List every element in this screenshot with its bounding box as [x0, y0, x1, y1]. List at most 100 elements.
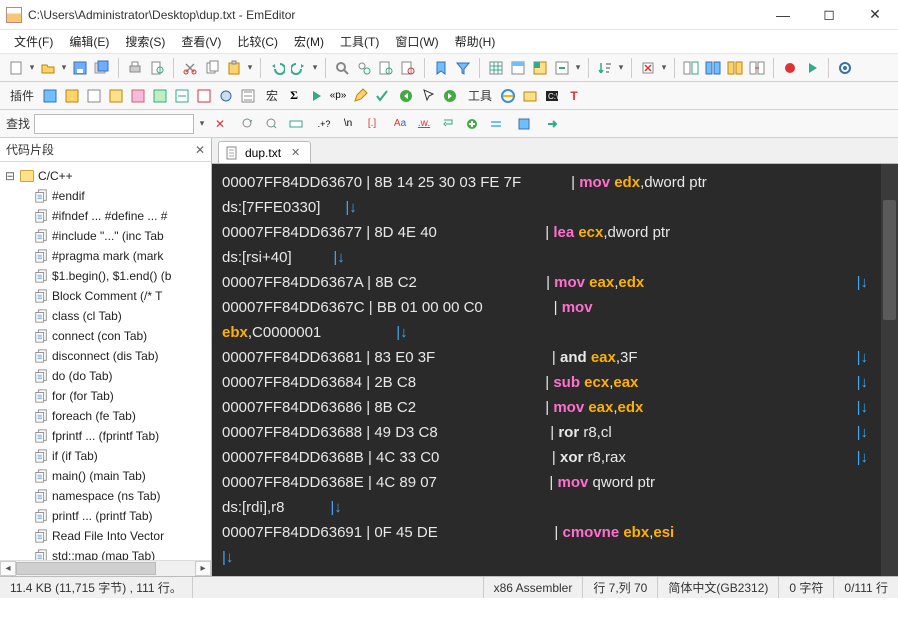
- editor-vscroll[interactable]: [881, 164, 898, 576]
- find-wrap-icon[interactable]: [438, 114, 458, 134]
- macro-check-icon[interactable]: [372, 86, 392, 106]
- cut-icon[interactable]: [180, 58, 200, 78]
- code-line[interactable]: 00007FF84DD63681 | 83 E0 3F | and eax,3F…: [222, 345, 888, 370]
- menu-tools[interactable]: 工具(T): [334, 31, 385, 52]
- maximize-button[interactable]: ◻: [806, 0, 852, 29]
- editor-vthumb[interactable]: [883, 200, 896, 320]
- scroll-left-icon[interactable]: ◂: [0, 561, 16, 576]
- sort-icon[interactable]: [595, 58, 615, 78]
- status-enc[interactable]: 简体中文(GB2312): [658, 577, 779, 598]
- snippet-item[interactable]: foreach (fe Tab): [4, 406, 211, 426]
- scroll-right-icon[interactable]: ▸: [195, 561, 211, 576]
- code-line[interactable]: 00007FF84DD63677 | 8D 4E 40 | lea ecx,dw…: [222, 220, 888, 245]
- editor-text[interactable]: 00007FF84DD63670 | 8B 14 25 30 03 FE 7F …: [212, 164, 898, 576]
- plugin6-icon[interactable]: [150, 86, 170, 106]
- code-line[interactable]: ds:[rsi+40] |↓: [222, 245, 888, 270]
- cursor-icon[interactable]: [418, 86, 438, 106]
- menu-view[interactable]: 查看(V): [175, 31, 227, 52]
- sidebar-hscroll[interactable]: ◂ ▸: [0, 560, 211, 576]
- code-line[interactable]: ds:[rdi],r8 |↓: [222, 495, 888, 520]
- back-icon[interactable]: [396, 86, 416, 106]
- macro-sum-icon[interactable]: Σ: [284, 86, 304, 106]
- snippet-item[interactable]: do (do Tab): [4, 366, 211, 386]
- sort-caret[interactable]: ▾: [617, 62, 625, 73]
- paste-icon[interactable]: [224, 58, 244, 78]
- convert-sep-icon[interactable]: [552, 58, 572, 78]
- snippets-tree[interactable]: ⊟ C/C++ #endif#ifndef ... #define ... ##…: [0, 162, 211, 560]
- code-line[interactable]: ebx,C0000001 |↓: [222, 320, 888, 345]
- compare-icon[interactable]: [681, 58, 701, 78]
- tree-collapse-icon[interactable]: ⊟: [4, 169, 16, 183]
- snippet-item[interactable]: #ifndef ... #define ... #: [4, 206, 211, 226]
- find-icon[interactable]: [332, 58, 352, 78]
- snippets-close-icon[interactable]: ✕: [195, 143, 205, 157]
- filter-icon[interactable]: [453, 58, 473, 78]
- redo-caret[interactable]: ▾: [311, 62, 319, 73]
- code-line[interactable]: ds:[7FFE0330] |↓: [222, 195, 888, 220]
- cmd-icon[interactable]: C:\: [542, 86, 562, 106]
- find-close-icon[interactable]: ✕: [210, 114, 230, 134]
- menu-window[interactable]: 窗口(W): [389, 31, 444, 52]
- snippet-item[interactable]: connect (con Tab): [4, 326, 211, 346]
- status-lang[interactable]: x86 Assembler: [484, 577, 584, 598]
- find-regex-icon[interactable]: .+?: [314, 114, 334, 134]
- plugin3-icon[interactable]: [84, 86, 104, 106]
- paste-caret[interactable]: ▾: [246, 62, 254, 73]
- find-highlight-icon[interactable]: [486, 114, 506, 134]
- cell-select-icon[interactable]: [530, 58, 550, 78]
- menu-file[interactable]: 文件(F): [8, 31, 59, 52]
- ie-icon[interactable]: [498, 86, 518, 106]
- plugin9-icon[interactable]: [216, 86, 236, 106]
- snippet-item[interactable]: class (cl Tab): [4, 306, 211, 326]
- minimize-button[interactable]: —: [760, 0, 806, 29]
- close-button[interactable]: ✕: [852, 0, 898, 29]
- tab-dup[interactable]: dup.txt ✕: [218, 141, 311, 163]
- snippet-item[interactable]: main() (main Tab): [4, 466, 211, 486]
- snippet-item[interactable]: printf ... (printf Tab): [4, 506, 211, 526]
- heading-icon[interactable]: [508, 58, 528, 78]
- code-line[interactable]: 00007FF84DD6367C | BB 01 00 00 C0 | mov: [222, 295, 888, 320]
- find-word-icon[interactable]: [286, 114, 306, 134]
- find-prev-icon[interactable]: [238, 114, 258, 134]
- save-icon[interactable]: [70, 58, 90, 78]
- open-file-icon[interactable]: [38, 58, 58, 78]
- menu-help[interactable]: 帮助(H): [449, 31, 502, 52]
- code-line[interactable]: 00007FF84DD63694 | E9 48 01 00 00 | jmp: [222, 570, 888, 576]
- redo-icon[interactable]: [289, 58, 309, 78]
- code-line[interactable]: |↓: [222, 545, 888, 570]
- snippet-item[interactable]: for (for Tab): [4, 386, 211, 406]
- bookmark-icon[interactable]: [431, 58, 451, 78]
- scroll-thumb[interactable]: [16, 562, 156, 575]
- find-whole-icon[interactable]: .w.: [414, 114, 434, 134]
- macro-play-icon[interactable]: [306, 86, 326, 106]
- replace-in-files-icon[interactable]: [398, 58, 418, 78]
- reset-icon[interactable]: [747, 58, 767, 78]
- snippet-item[interactable]: std::map (map Tab): [4, 546, 211, 560]
- code-line[interactable]: 00007FF84DD63688 | 49 D3 C8 | ror r8,cl|…: [222, 420, 888, 445]
- find-go-icon[interactable]: [542, 114, 562, 134]
- forward-icon[interactable]: [440, 86, 460, 106]
- plugin10-icon[interactable]: [238, 86, 258, 106]
- tree-root[interactable]: ⊟ C/C++: [4, 166, 211, 186]
- new-file-caret[interactable]: ▾: [28, 62, 36, 73]
- dup-caret[interactable]: ▾: [660, 62, 668, 73]
- find-opts-icon[interactable]: [514, 114, 534, 134]
- find-in-files-icon[interactable]: [376, 58, 396, 78]
- code-line[interactable]: 00007FF84DD63670 | 8B 14 25 30 03 FE 7F …: [222, 170, 888, 195]
- snippet-item[interactable]: #pragma mark (mark: [4, 246, 211, 266]
- csv-mode-icon[interactable]: [486, 58, 506, 78]
- delete-dup-icon[interactable]: [638, 58, 658, 78]
- find-next-icon[interactable]: [262, 114, 282, 134]
- tab-close-icon[interactable]: ✕: [291, 146, 300, 159]
- snippet-item[interactable]: #include "..." (inc Tab: [4, 226, 211, 246]
- snippet-item[interactable]: $1.begin(), $1.end() (b: [4, 266, 211, 286]
- run-macro-icon[interactable]: [802, 58, 822, 78]
- plugin1-icon[interactable]: [40, 86, 60, 106]
- find-input[interactable]: [34, 114, 194, 134]
- menu-macro[interactable]: 宏(M): [288, 31, 330, 52]
- convert-caret[interactable]: ▾: [574, 62, 582, 73]
- plugin4-icon[interactable]: [106, 86, 126, 106]
- menu-compare[interactable]: 比较(C): [231, 31, 284, 52]
- code-line[interactable]: 00007FF84DD6368E | 4C 89 07 | mov qword …: [222, 470, 888, 495]
- record-macro-icon[interactable]: [780, 58, 800, 78]
